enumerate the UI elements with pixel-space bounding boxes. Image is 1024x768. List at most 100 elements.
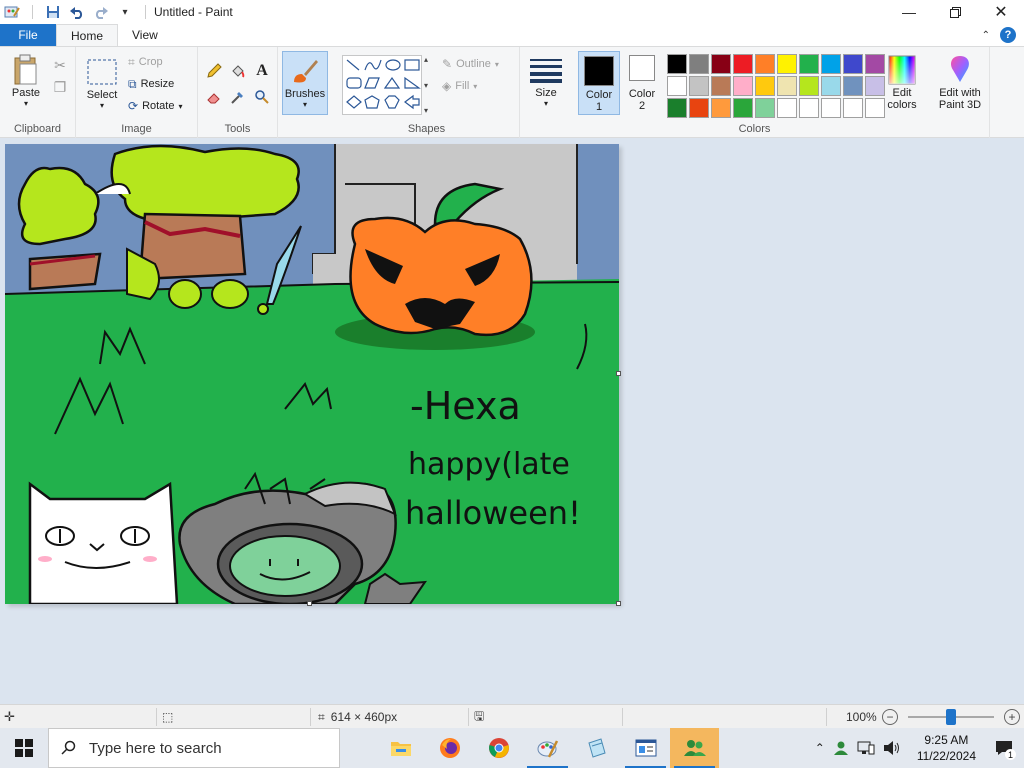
tab-file[interactable]: File [0, 24, 56, 46]
rotate-button[interactable]: ⟳ Rotate ▾ [128, 97, 183, 115]
collapse-ribbon-icon[interactable]: ⌃ [982, 30, 990, 41]
palette-swatch[interactable] [777, 54, 797, 74]
shapes-gallery[interactable] [342, 55, 422, 115]
palette-swatch[interactable] [667, 54, 687, 74]
taskbar-notepad-app[interactable] [572, 728, 621, 768]
fill-bucket-icon[interactable] [228, 61, 248, 81]
magnifier-icon[interactable] [252, 87, 272, 107]
zoom-slider-thumb[interactable] [946, 709, 956, 725]
palette-swatch[interactable] [755, 98, 775, 118]
minus-icon: − [882, 709, 898, 725]
resize-button[interactable]: ⧉ Resize [128, 75, 174, 93]
customize-quick-access-icon[interactable]: ▾ [117, 4, 133, 20]
resize-handle-bottom[interactable] [307, 601, 312, 606]
zoom-out-button[interactable]: − [882, 705, 898, 729]
notification-badge: 1 [1005, 749, 1016, 760]
canvas-size: ⌗ 614 × 460px [318, 709, 398, 725]
palette-swatch[interactable] [799, 76, 819, 96]
palette-swatch[interactable] [755, 76, 775, 96]
cut-icon[interactable]: ✂ [50, 55, 70, 75]
color-picker-icon[interactable] [228, 87, 248, 107]
close-button[interactable]: ✕ [978, 0, 1024, 24]
color2-swatch [629, 55, 655, 81]
palette-swatch[interactable] [711, 76, 731, 96]
notification-center-button[interactable]: 1 [992, 736, 1016, 760]
text-tool-icon[interactable]: A [252, 61, 272, 81]
palette-swatch[interactable] [755, 54, 775, 74]
edit-colors-button[interactable]: Edit colors [882, 53, 922, 111]
brushes-button[interactable]: Brushes ▾ [282, 51, 328, 115]
palette-swatch[interactable] [733, 76, 753, 96]
palette-swatch[interactable] [733, 54, 753, 74]
crop-button[interactable]: ⌗ Crop [128, 53, 163, 71]
folder-icon [390, 742, 411, 756]
palette-swatch[interactable] [689, 98, 709, 118]
status-bar: ✛ ⬚ ⌗ 614 × 460px 🖫 100% − + [0, 704, 1024, 728]
save-icon[interactable] [45, 4, 61, 20]
fill-button[interactable]: ◈ Fill ▾ [442, 77, 477, 95]
minimize-button[interactable]: — [886, 0, 932, 24]
edit-with-paint3d-button[interactable]: Edit with Paint 3D [932, 53, 988, 111]
tab-home[interactable]: Home [56, 24, 119, 46]
palette-swatch[interactable] [667, 76, 687, 96]
resize-handle-right[interactable] [616, 371, 621, 376]
volume-icon[interactable] [883, 740, 901, 756]
palette-swatch[interactable] [843, 54, 863, 74]
image-group-label: Image [121, 123, 152, 135]
chevron-up-icon[interactable]: ⌃ [815, 741, 825, 755]
drawing-canvas[interactable]: -Hexa happy(late halloween! [5, 144, 619, 604]
taskbar-paint[interactable] [523, 728, 572, 768]
paste-button[interactable]: Paste ▾ [6, 53, 46, 108]
palette-swatch[interactable] [821, 54, 841, 74]
palette-swatch[interactable] [821, 98, 841, 118]
paste-icon [10, 53, 42, 87]
taskbar-firefox[interactable] [425, 728, 474, 768]
palette-swatch[interactable] [667, 98, 687, 118]
canvas-workspace[interactable]: -Hexa happy(late halloween! [0, 138, 1024, 704]
palette-swatch[interactable] [799, 54, 819, 74]
redo-icon[interactable] [93, 4, 109, 20]
cursor-position: ✛ [4, 705, 15, 729]
taskbar: Type here to search ⌃ 9:25 AM 11/22/2024… [0, 728, 1024, 768]
zoom-in-button[interactable]: + [1004, 705, 1020, 729]
taskbar-chrome[interactable] [474, 728, 523, 768]
chevron-down-icon: ▾ [302, 100, 307, 109]
palette-swatch[interactable] [843, 98, 863, 118]
select-button[interactable]: Select ▾ [82, 55, 122, 110]
taskbar-clock[interactable]: 9:25 AM 11/22/2024 [909, 732, 984, 764]
help-icon[interactable]: ? [1000, 27, 1016, 43]
palette-swatch[interactable] [799, 98, 819, 118]
palette-swatch[interactable] [711, 54, 731, 74]
palette-swatch[interactable] [689, 76, 709, 96]
taskbar-file-explorer[interactable] [376, 728, 425, 768]
palette-swatch[interactable] [821, 76, 841, 96]
size-button[interactable]: Size ▾ [526, 53, 566, 108]
palette-swatch[interactable] [777, 98, 797, 118]
undo-icon[interactable] [69, 4, 85, 20]
maximize-button[interactable] [932, 0, 978, 24]
taskbar-people-app[interactable] [670, 728, 719, 768]
network-icon[interactable] [857, 740, 875, 756]
palette-swatch[interactable] [843, 76, 863, 96]
palette-swatch[interactable] [733, 98, 753, 118]
taskbar-search-box[interactable]: Type here to search [48, 728, 340, 768]
crosshair-icon: ✛ [4, 709, 15, 724]
color1-swatch [584, 56, 614, 86]
tab-view[interactable]: View [118, 24, 172, 46]
pencil-icon[interactable] [204, 61, 224, 81]
color1-button[interactable]: Color 1 [578, 51, 620, 115]
palette-swatch[interactable] [689, 54, 709, 74]
resize-handle-corner[interactable] [616, 601, 621, 606]
canvas-size-icon: ⌗ [318, 709, 325, 724]
outline-button[interactable]: ✎ Outline ▾ [442, 55, 499, 73]
taskbar-window-app[interactable] [621, 728, 670, 768]
user-icon[interactable] [833, 740, 849, 756]
palette-swatch[interactable] [711, 98, 731, 118]
shapes-group-label: Shapes [407, 123, 446, 135]
start-button[interactable] [0, 728, 48, 768]
color2-button[interactable]: Color 2 [622, 55, 662, 112]
shapes-scroll[interactable]: ▴ ▾ ▾ [424, 55, 434, 115]
palette-swatch[interactable] [777, 76, 797, 96]
eraser-icon[interactable] [204, 87, 224, 107]
copy-icon[interactable]: ❐ [50, 77, 70, 97]
